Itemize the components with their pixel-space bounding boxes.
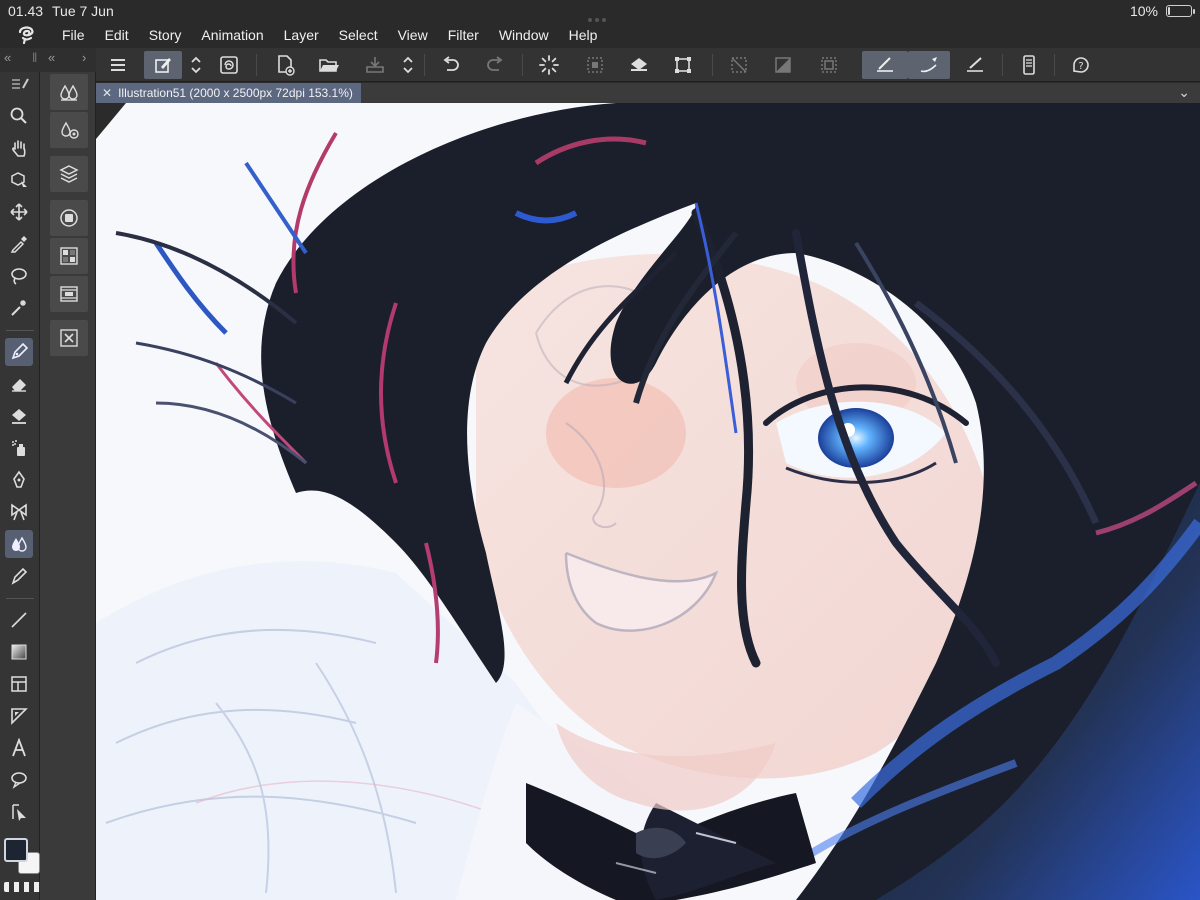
animation-timeline-icon[interactable] <box>50 276 88 312</box>
command-bar: « ‖ « › ? <box>0 48 1200 82</box>
selection-arrow-tool-icon[interactable] <box>5 798 33 826</box>
multitask-dots[interactable] <box>588 9 612 22</box>
device-icon[interactable] <box>1014 51 1044 79</box>
decoration-tool-icon[interactable] <box>5 498 33 526</box>
frame-tool-icon[interactable] <box>5 670 33 698</box>
menu-items: File Edit Story Animation Layer Select View Fil… <box>62 27 617 43</box>
palette-menu-icon[interactable] <box>5 74 33 94</box>
vector-pen-tool-icon[interactable] <box>5 466 33 494</box>
menu-layer[interactable]: Layer <box>284 27 319 43</box>
crop-icon[interactable] <box>814 51 844 79</box>
close-tab-icon[interactable]: ✕ <box>102 83 112 103</box>
sub-tool-palette <box>40 72 96 900</box>
fill-bucket-tool-icon[interactable] <box>5 402 33 430</box>
clear-icon[interactable] <box>724 51 754 79</box>
material-panel-icon[interactable] <box>50 238 88 274</box>
spiral-icon[interactable] <box>214 51 244 79</box>
eyedropper-tool-icon[interactable] <box>5 230 33 258</box>
edit-icon[interactable] <box>144 51 182 79</box>
text-tool-icon[interactable] <box>5 734 33 762</box>
expand-right-icon[interactable]: › <box>82 50 86 65</box>
app-logo-icon[interactable] <box>16 24 38 46</box>
select-area-icon[interactable] <box>580 51 610 79</box>
menu-edit[interactable]: Edit <box>105 27 129 43</box>
brush-stroke-icon[interactable] <box>908 51 950 79</box>
menu-window[interactable]: Window <box>499 27 549 43</box>
magic-wand-tool-icon[interactable] <box>5 294 33 322</box>
loading-icon[interactable] <box>534 51 564 79</box>
blur-subtool-icon[interactable] <box>50 112 88 148</box>
layer-property-icon[interactable] <box>50 200 88 236</box>
menu-select[interactable]: Select <box>339 27 378 43</box>
status-bar: 01.43 Tue 7 Jun 10% <box>0 0 1200 22</box>
menu-bar: File Edit Story Animation Layer Select View Fil… <box>0 22 1200 48</box>
illustration-artwork <box>96 103 1200 900</box>
fill-icon[interactable] <box>624 51 654 79</box>
eraser-tool-icon[interactable] <box>5 370 33 398</box>
drawing-canvas[interactable] <box>96 103 1200 900</box>
document-tab-bar: ✕ Illustration51 (2000 x 2500px 72dpi 15… <box>96 83 1200 103</box>
gradient-tool-icon[interactable] <box>5 638 33 666</box>
menu-animation[interactable]: Animation <box>201 27 263 43</box>
lasso-tool-icon[interactable] <box>5 262 33 290</box>
battery-percentage: 10% <box>1129 3 1158 19</box>
ruler-tool-icon[interactable] <box>5 702 33 730</box>
correct-line-tool-icon[interactable] <box>5 562 33 590</box>
status-time: 01.43 <box>8 3 44 19</box>
menu-help[interactable]: Help <box>569 27 598 43</box>
blend-tool-icon[interactable] <box>5 530 33 558</box>
close-panel-icon[interactable] <box>50 320 88 356</box>
transparent-color-swatch[interactable] <box>4 882 42 892</box>
redo-icon[interactable] <box>480 51 510 79</box>
balloon-tool-icon[interactable] <box>5 766 33 794</box>
chevron-down-icon[interactable]: ⌄ <box>1178 84 1190 101</box>
color-swatches <box>4 838 40 876</box>
open-folder-icon[interactable] <box>314 51 344 79</box>
svg-text:?: ? <box>1078 61 1083 72</box>
save-icon[interactable] <box>360 51 390 79</box>
clear-outside-icon[interactable] <box>768 51 798 79</box>
hand-tool-icon[interactable] <box>5 134 33 162</box>
main-color-swatch[interactable] <box>4 838 28 862</box>
airbrush-tool-icon[interactable] <box>5 434 33 462</box>
undo-icon[interactable] <box>436 51 466 79</box>
status-date: Tue 7 Jun <box>52 3 114 19</box>
new-canvas-icon[interactable] <box>270 51 300 79</box>
menu-icon[interactable] <box>103 51 133 79</box>
correct-line-icon[interactable] <box>862 51 908 79</box>
line-tool-icon[interactable] <box>5 606 33 634</box>
document-tab-title: Illustration51 (2000 x 2500px 72dpi 153.… <box>118 86 353 100</box>
pen-tool-icon[interactable] <box>5 338 33 366</box>
up-down-icon[interactable] <box>184 51 208 79</box>
collapse-left-icon-2[interactable]: « <box>48 50 55 65</box>
operation-tool-icon[interactable] <box>5 166 33 194</box>
panel-grip-icon[interactable]: ‖ <box>32 50 37 65</box>
layer-panel-icon[interactable] <box>50 156 88 192</box>
document-tab[interactable]: ✕ Illustration51 (2000 x 2500px 72dpi 15… <box>96 83 361 103</box>
menu-file[interactable]: File <box>62 27 85 43</box>
menu-filter[interactable]: Filter <box>448 27 479 43</box>
blend-subtool-icon[interactable] <box>50 74 88 110</box>
ruler-icon[interactable] <box>960 51 990 79</box>
menu-story[interactable]: Story <box>149 27 182 43</box>
help-icon[interactable]: ? <box>1066 51 1096 79</box>
collapse-left-icon[interactable]: « <box>4 50 11 65</box>
battery-icon <box>1166 5 1195 17</box>
up-down-icon-2[interactable] <box>396 51 420 79</box>
zoom-tool-icon[interactable] <box>5 102 33 130</box>
transform-icon[interactable] <box>668 51 698 79</box>
menu-view[interactable]: View <box>398 27 428 43</box>
tool-palette <box>0 72 42 900</box>
move-tool-icon[interactable] <box>5 198 33 226</box>
